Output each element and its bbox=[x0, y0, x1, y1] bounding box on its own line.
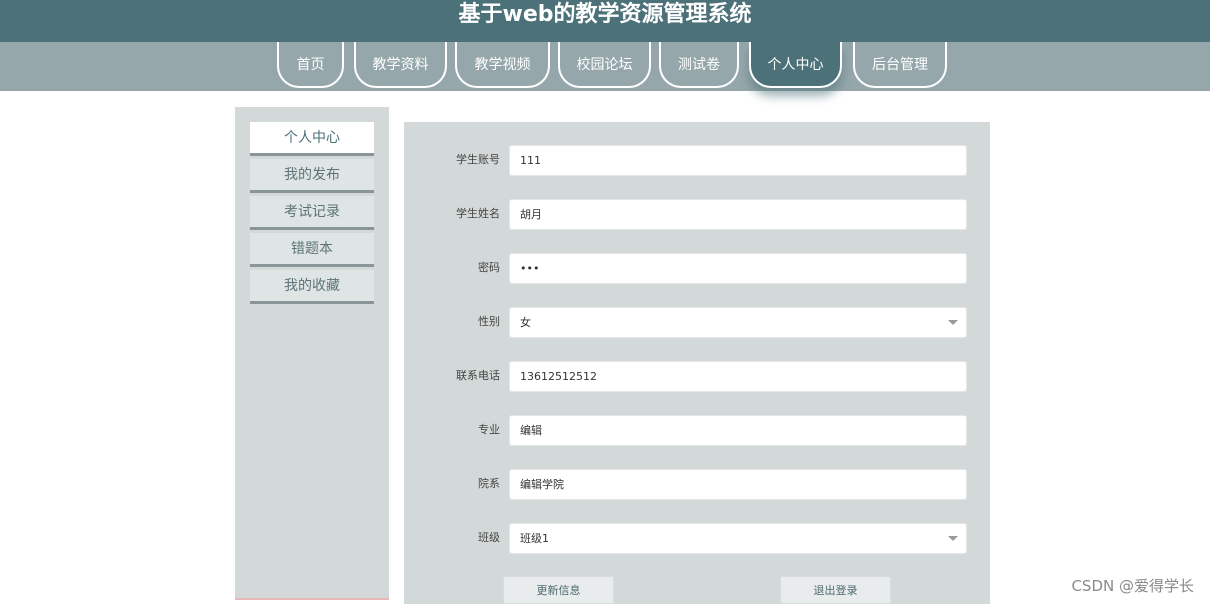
major-label: 专业 bbox=[478, 423, 500, 436]
nav-tab-personal-center[interactable]: 个人中心 bbox=[749, 42, 842, 88]
student-name-label: 学生姓名 bbox=[456, 207, 500, 220]
watermark-text: CSDN @爱得学长 bbox=[1071, 577, 1194, 595]
gender-label: 性别 bbox=[478, 315, 500, 328]
major-input[interactable]: 编辑 bbox=[509, 415, 967, 446]
chevron-down-icon bbox=[948, 536, 958, 541]
student-name-input[interactable]: 胡月 bbox=[509, 199, 967, 230]
class-label: 班级 bbox=[478, 531, 500, 544]
nav-tab-admin[interactable]: 后台管理 bbox=[853, 42, 947, 88]
phone-input[interactable]: 13612512512 bbox=[509, 361, 967, 392]
sidebar-item-personal-center[interactable]: 个人中心 bbox=[250, 122, 374, 156]
password-input[interactable]: ••• bbox=[509, 253, 967, 284]
gender-select[interactable]: 女 bbox=[509, 307, 967, 338]
nav-tab-campus-forum[interactable]: 校园论坛 bbox=[558, 42, 651, 88]
class-select[interactable]: 班级1 bbox=[509, 523, 967, 554]
nav-tab-home[interactable]: 首页 bbox=[277, 42, 344, 88]
header-bar: 基于web的教学资源管理系统 bbox=[0, 0, 1210, 42]
password-label: 密码 bbox=[478, 261, 500, 274]
chevron-down-icon bbox=[948, 320, 958, 325]
sidebar-item-favorites[interactable]: 我的收藏 bbox=[250, 270, 374, 304]
phone-label: 联系电话 bbox=[456, 369, 500, 382]
gender-value: 女 bbox=[520, 316, 531, 329]
department-input[interactable]: 编辑学院 bbox=[509, 469, 967, 500]
sidebar-item-exam-records[interactable]: 考试记录 bbox=[250, 196, 374, 230]
department-label: 院系 bbox=[478, 477, 500, 490]
site-title: 基于web的教学资源管理系统 bbox=[458, 2, 752, 27]
sidebar: 个人中心 我的发布 考试记录 错题本 我的收藏 bbox=[235, 107, 389, 600]
nav-tab-teaching-videos[interactable]: 教学视频 bbox=[455, 42, 550, 88]
sidebar-item-my-posts[interactable]: 我的发布 bbox=[250, 159, 374, 193]
sidebar-item-wrong-questions[interactable]: 错题本 bbox=[250, 233, 374, 267]
logout-button[interactable]: 退出登录 bbox=[780, 576, 891, 604]
nav-tab-teaching-materials[interactable]: 教学资料 bbox=[354, 42, 447, 88]
nav-tab-test-papers[interactable]: 测试卷 bbox=[659, 42, 739, 88]
class-value: 班级1 bbox=[520, 532, 549, 545]
student-id-label: 学生账号 bbox=[456, 153, 500, 166]
student-id-input[interactable]: 111 bbox=[509, 145, 967, 176]
update-info-button[interactable]: 更新信息 bbox=[503, 576, 614, 604]
